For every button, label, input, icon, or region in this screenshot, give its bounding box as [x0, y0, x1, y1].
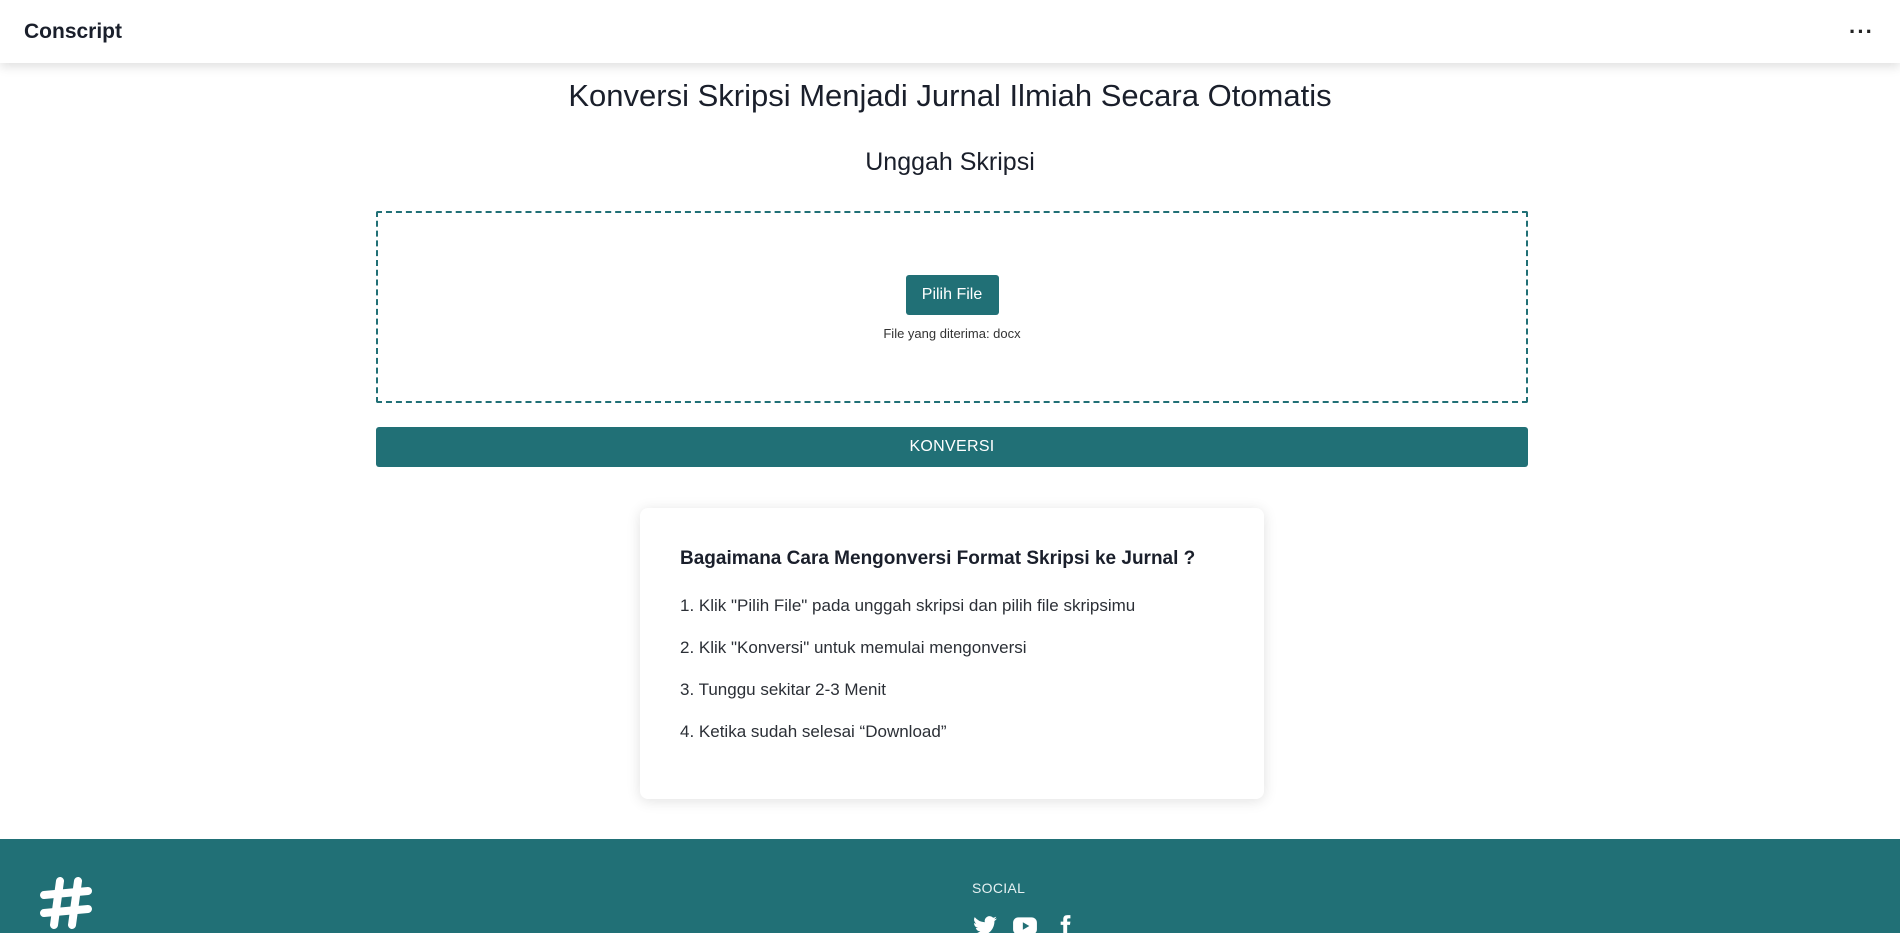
- file-dropzone[interactable]: Pilih File File yang diterima: docx: [376, 211, 1528, 403]
- upload-heading: Unggah Skripsi: [865, 148, 1035, 176]
- convert-button[interactable]: KONVERSI: [376, 427, 1528, 467]
- youtube-icon[interactable]: [1012, 913, 1038, 939]
- footer: SOCIAL: [0, 839, 1900, 937]
- howto-card: Bagaimana Cara Mengonversi Format Skrips…: [640, 508, 1264, 799]
- navbar: Conscript ···: [0, 0, 1900, 63]
- social-links: [972, 913, 1078, 939]
- howto-step: 3. Tunggu sekitar 2-3 Menit: [680, 680, 887, 699]
- brand-name[interactable]: Conscript: [24, 20, 122, 44]
- howto-step: 4. Ketika sudah selesai “Download”: [680, 722, 947, 741]
- howto-title: Bagaimana Cara Mengonversi Format Skrips…: [680, 548, 1196, 569]
- howto-steps: 1. Klik "Pilih File" pada unggah skripsi…: [680, 596, 1224, 742]
- social-heading: SOCIAL: [972, 880, 1026, 896]
- twitter-icon[interactable]: [972, 913, 998, 939]
- facebook-icon[interactable]: [1052, 913, 1078, 939]
- choose-file-button[interactable]: Pilih File: [905, 275, 999, 315]
- hashtag-icon[interactable]: [38, 875, 94, 931]
- howto-step: 1. Klik "Pilih File" pada unggah skripsi…: [680, 596, 1136, 615]
- howto-step: 2. Klik "Konversi" untuk memulai mengonv…: [680, 638, 1027, 657]
- page-title: Konversi Skripsi Menjadi Jurnal Ilmiah S…: [568, 78, 1332, 113]
- accepted-file-note: File yang diterima: docx: [883, 326, 1021, 341]
- more-horizontal-icon[interactable]: ···: [1847, 17, 1876, 47]
